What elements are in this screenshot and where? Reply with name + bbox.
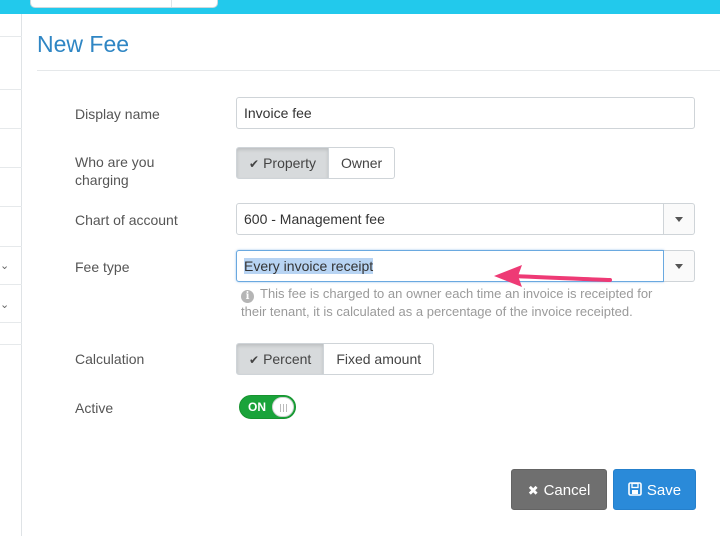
left-sidebar: ⌄ ⌄ [0, 14, 22, 536]
charging-label-line2: charging [75, 172, 129, 188]
sidebar-divider [0, 246, 22, 247]
chart-of-account-label: Chart of account [75, 212, 178, 228]
calculation-option-fixed-amount[interactable]: Fixed amount [324, 343, 435, 375]
chevron-down-icon[interactable]: ⌄ [0, 299, 9, 311]
charging-label-line1: Who are you [75, 154, 155, 170]
fee-type-value: Every invoice receipt [244, 258, 374, 274]
floppy-disk-icon [628, 482, 642, 496]
cancel-button[interactable]: ✖ Cancel [511, 469, 607, 510]
charging-option-label: Owner [340, 155, 383, 171]
fee-type-help-copy: This fee is charged to an owner each tim… [241, 286, 653, 319]
display-name-input[interactable]: Invoice fee [236, 97, 695, 129]
charging-option-property[interactable]: ✔ Property [236, 147, 329, 179]
save-button[interactable]: Save [613, 469, 696, 510]
info-icon: i [241, 290, 254, 303]
search-divider [171, 0, 172, 7]
fee-type-dropdown-button[interactable] [664, 250, 695, 282]
cancel-button-label: Cancel [543, 482, 591, 499]
calculation-toggle-group: ✔ Percent Fixed amount [236, 343, 435, 375]
new-fee-panel: New Fee Display name Invoice fee Who are… [22, 14, 720, 536]
check-icon: ✔ [249, 353, 260, 367]
fee-type-label: Fee type [75, 259, 130, 275]
top-search-box[interactable] [30, 0, 218, 8]
calculation-label: Calculation [75, 351, 145, 367]
charging-option-label: Property [263, 155, 316, 171]
charging-toggle-group: ✔ Property Owner [236, 147, 396, 179]
caret-down-icon [675, 217, 683, 222]
calculation-option-label: Percent [263, 351, 312, 367]
times-icon: ✖ [527, 483, 539, 498]
sidebar-divider [0, 167, 22, 168]
grip-icon [280, 404, 287, 412]
fee-type-help-text: i This fee is charged to an owner each ti… [241, 285, 681, 321]
active-toggle-switch[interactable]: ON [239, 395, 296, 419]
active-label: Active [75, 400, 114, 416]
calculation-option-percent[interactable]: ✔ Percent [236, 343, 325, 375]
charging-option-owner[interactable]: Owner [328, 147, 396, 179]
sidebar-divider [0, 128, 22, 129]
save-button-label: Save [646, 482, 682, 499]
sidebar-divider [0, 284, 22, 285]
chevron-down-icon[interactable]: ⌄ [0, 260, 9, 272]
top-bar [0, 0, 720, 14]
sidebar-divider [0, 322, 22, 323]
caret-down-icon [675, 264, 683, 269]
active-toggle-state: ON [248, 400, 266, 414]
title-divider [37, 70, 720, 71]
calculation-option-label: Fixed amount [336, 351, 422, 367]
display-name-label: Display name [75, 106, 160, 122]
toggle-knob [272, 397, 294, 417]
chart-of-account-select[interactable]: 600 - Management fee [236, 203, 664, 235]
sidebar-divider [0, 344, 22, 345]
chart-of-account-dropdown-button[interactable] [664, 203, 695, 235]
charging-label: Who are you charging [75, 153, 154, 189]
sidebar-divider [0, 36, 22, 37]
sidebar-divider [0, 89, 22, 90]
sidebar-divider [0, 206, 22, 207]
check-icon: ✔ [249, 157, 260, 171]
page-title: New Fee [37, 31, 130, 57]
